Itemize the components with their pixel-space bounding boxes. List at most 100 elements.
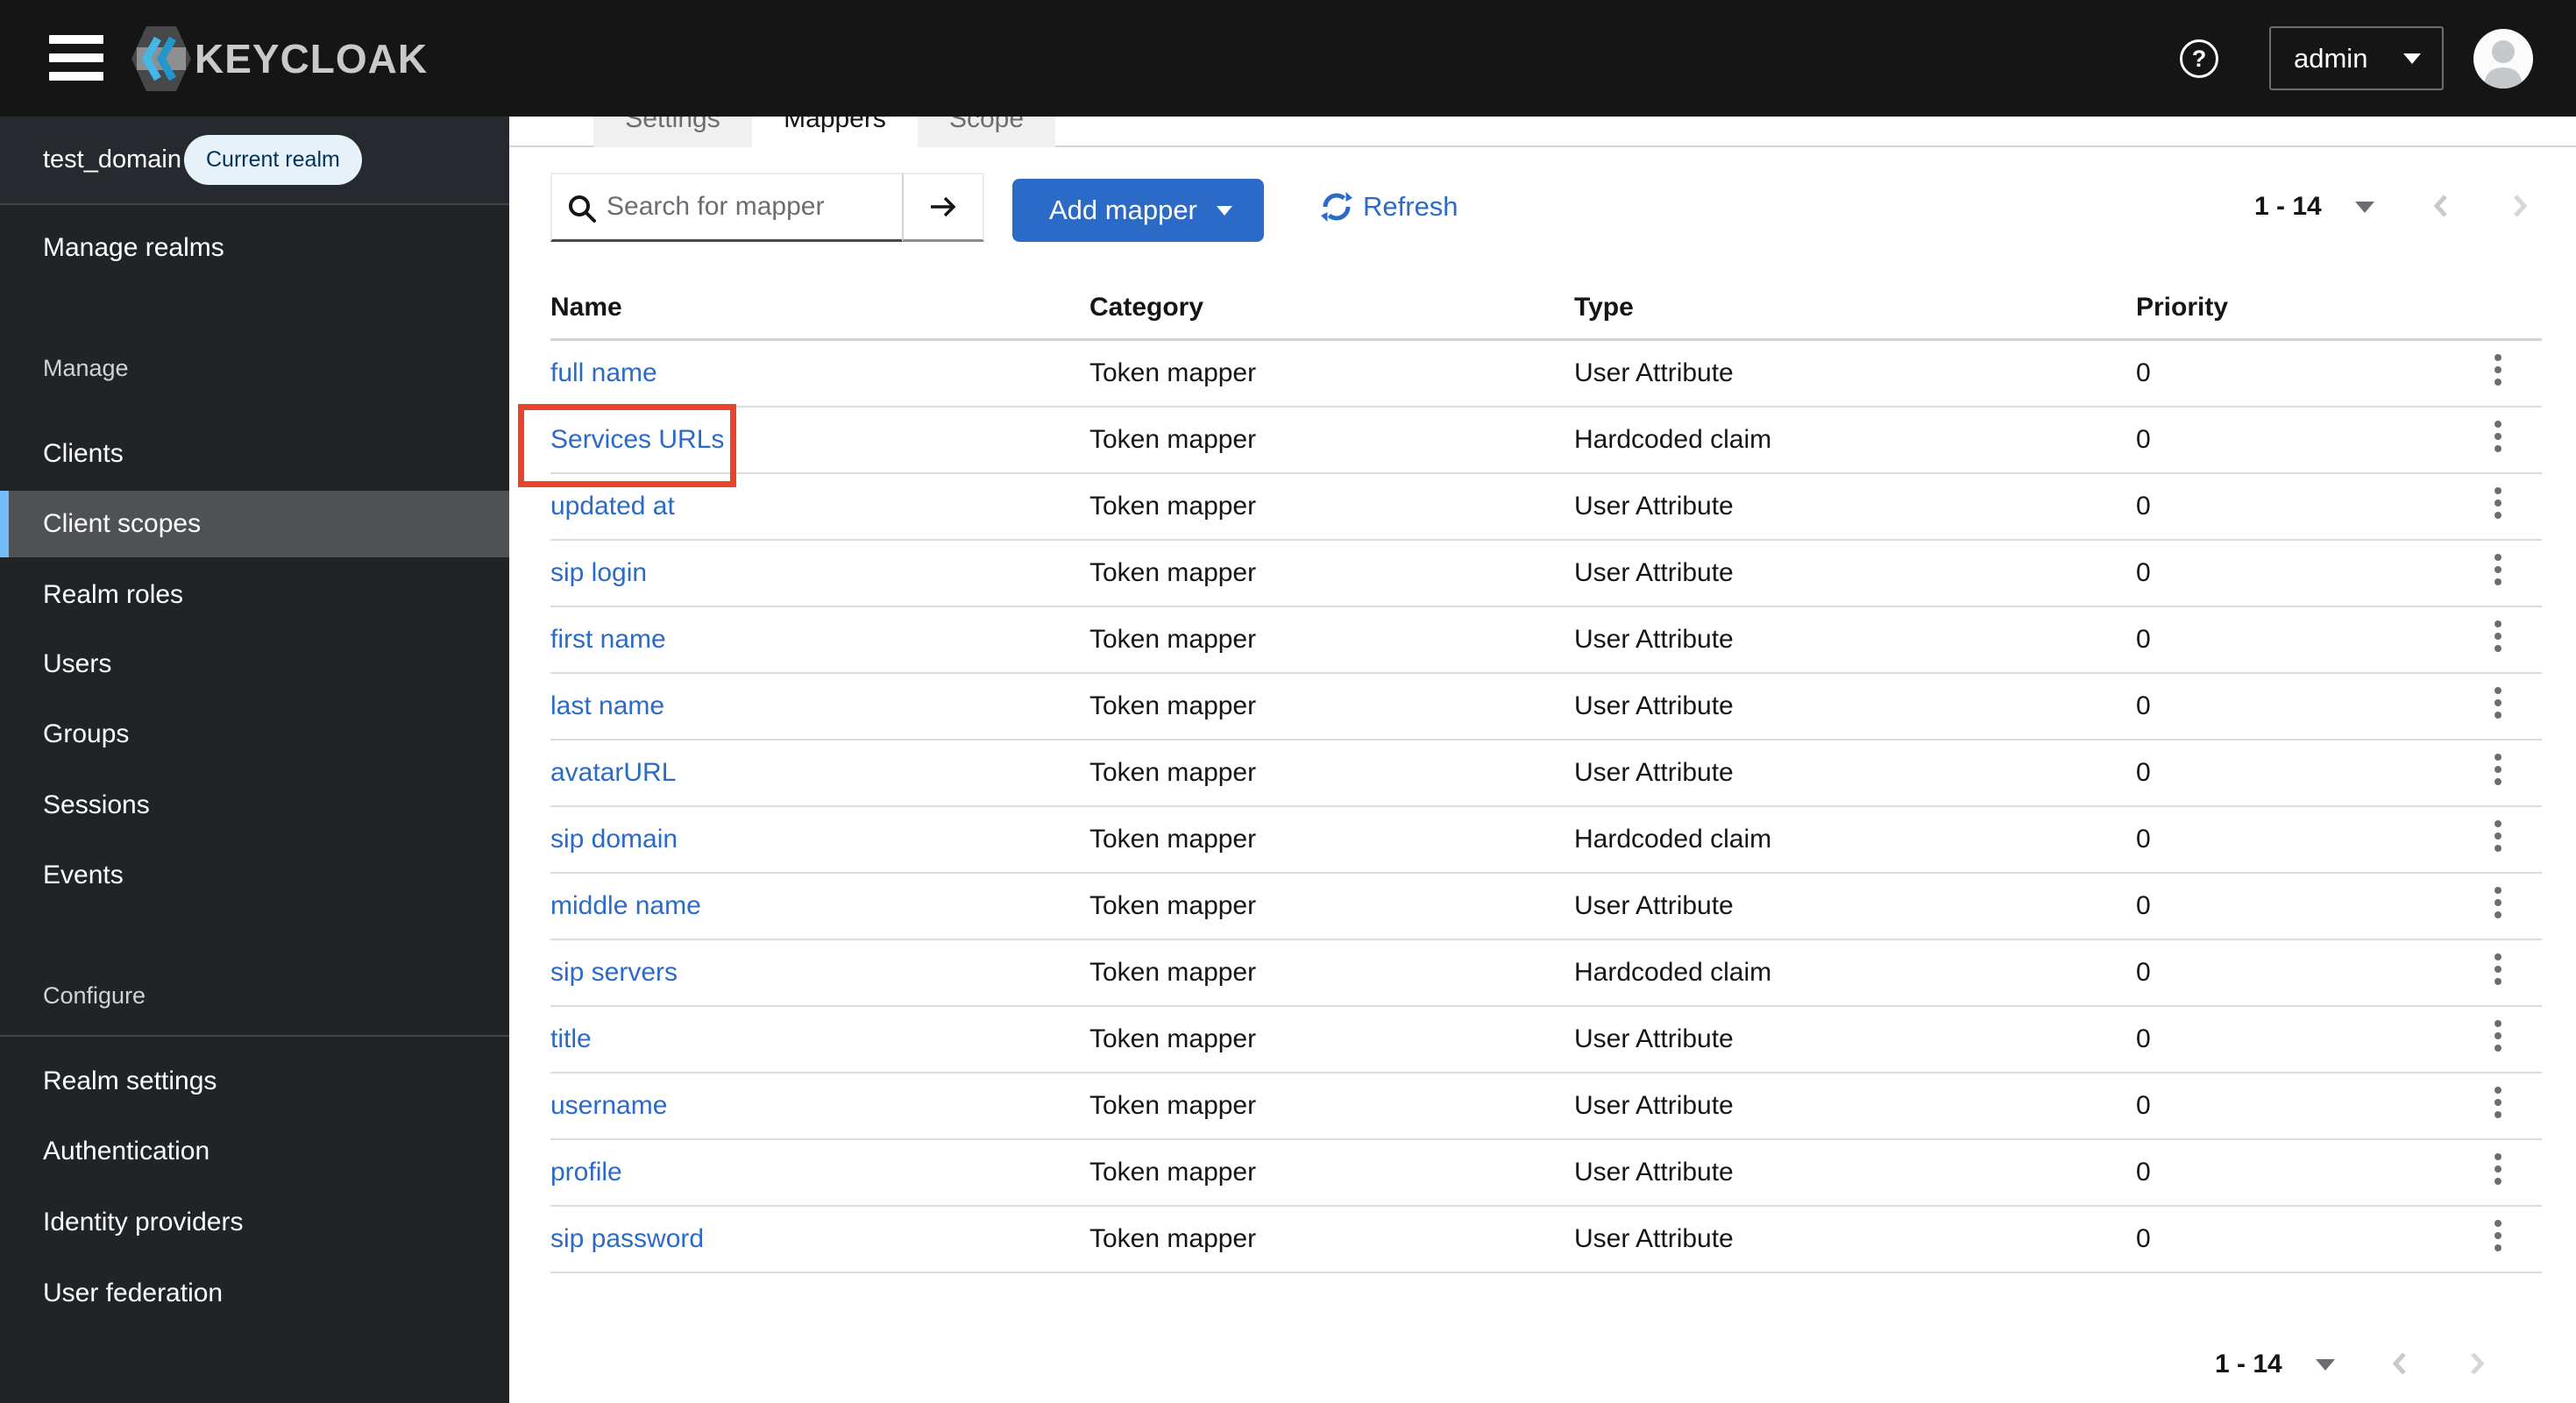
sidebar-item-events[interactable]: Events [0,842,509,909]
column-header-priority: Priority [2136,293,2229,322]
sidebar-item-manage-realms[interactable]: Manage realms [0,215,509,281]
row-actions-kebab-icon[interactable] [2480,1143,2516,1195]
sidebar-item-identity-providers[interactable]: Identity providers [0,1189,509,1256]
user-menu-label: admin [2294,42,2368,74]
sidebar-item-authentication[interactable]: Authentication [0,1118,509,1185]
search-submit-button[interactable] [902,173,984,242]
row-actions-kebab-icon[interactable] [2480,344,2516,396]
row-actions-kebab-icon[interactable] [2480,1076,2516,1129]
row-actions-kebab-icon[interactable] [2480,410,2516,463]
sidebar-item-sessions[interactable]: Sessions [0,772,509,839]
table-row: sip domain Token mapper Hardcoded claim … [550,807,2542,874]
refresh-label: Refresh [1363,191,1458,222]
row-actions-kebab-icon[interactable] [2480,810,2516,862]
mapper-link[interactable]: updated at [550,492,675,521]
previous-page-button[interactable] [2431,192,2452,223]
chevron-right-icon [2470,1351,2485,1375]
table-row: title Token mapper User Attribute 0 [550,1007,2542,1074]
search-icon [569,195,596,223]
row-actions-kebab-icon[interactable] [2480,1209,2516,1262]
mapper-link[interactable]: middle name [550,891,701,920]
mappers-table: Name Category Type Priority full name To… [550,277,2542,1273]
mapper-priority: 0 [2136,691,2151,720]
add-mapper-label: Add mapper [1049,195,1197,225]
chevron-down-icon [1217,205,1232,216]
keycloak-logo-icon [131,25,191,91]
refresh-button[interactable]: Refresh [1321,175,1458,238]
mapper-link[interactable]: title [550,1024,592,1053]
mapper-link[interactable]: first name [550,625,666,654]
row-actions-kebab-icon[interactable] [2480,477,2516,529]
sidebar-item-user-federation[interactable]: User federation [0,1260,509,1327]
mapper-type: User Attribute [1574,492,1734,521]
sidebar-item-clients[interactable]: Clients [0,421,509,487]
user-menu-dropdown[interactable]: admin [2269,26,2444,90]
mapper-priority: 0 [2136,758,2151,787]
row-actions-kebab-icon[interactable] [2480,543,2516,596]
next-page-button[interactable] [2509,192,2530,223]
mapper-type: User Attribute [1574,358,1734,387]
mapper-link[interactable]: profile [550,1158,622,1187]
mapper-type: User Attribute [1574,891,1734,920]
mapper-type: Hardcoded claim [1574,825,1772,854]
mapper-category: Token mapper [1089,1024,1257,1053]
avatar[interactable] [2473,28,2533,89]
search-input[interactable] [607,174,896,239]
refresh-icon [1321,192,1352,222]
help-icon[interactable]: ? [2180,39,2218,78]
row-actions-kebab-icon[interactable] [2480,1010,2516,1062]
mapper-category: Token mapper [1089,1224,1257,1253]
column-header-name: Name [550,293,622,322]
pagination-top: 1 - 14 [2254,175,2530,238]
mapper-link[interactable]: username [550,1091,667,1120]
mapper-category: Token mapper [1089,558,1257,587]
mapper-category: Token mapper [1089,891,1257,920]
mapper-link[interactable]: last name [550,691,664,720]
next-page-button[interactable] [2466,1350,2487,1380]
row-actions-kebab-icon[interactable] [2480,943,2516,996]
hamburger-menu-icon[interactable] [49,35,103,81]
mapper-link-services-urls[interactable]: Services URLs [550,425,724,454]
pagination-bottom: 1 - 14 [2215,1333,2487,1396]
row-actions-kebab-icon[interactable] [2480,876,2516,929]
pagination-caret-icon[interactable] [2315,1358,2335,1371]
sidebar-item-client-scopes[interactable]: Client scopes [0,491,509,557]
add-mapper-button[interactable]: Add mapper [1012,179,1264,242]
pagination-range[interactable]: 1 - 14 [2254,192,2322,222]
pagination-caret-icon[interactable] [2354,201,2374,213]
mapper-priority: 0 [2136,558,2151,587]
mapper-link[interactable]: full name [550,358,657,387]
chevron-left-icon [2392,1351,2406,1375]
table-row: updated at Token mapper User Attribute 0 [550,474,2542,541]
chevron-left-icon [2433,194,2447,217]
mapper-link[interactable]: avatarURL [550,758,676,787]
mapper-type: User Attribute [1574,758,1734,787]
row-actions-kebab-icon[interactable] [2480,677,2516,729]
mapper-type: User Attribute [1574,625,1734,654]
realm-selector[interactable]: test_domain Current realm [0,117,509,203]
mapper-category: Token mapper [1089,425,1257,454]
table-row: username Token mapper User Attribute 0 [550,1074,2542,1140]
mapper-category: Token mapper [1089,691,1257,720]
previous-page-button[interactable] [2389,1350,2410,1380]
main-content: Settings Mappers Scope Add mapper [509,0,2576,1403]
mapper-link[interactable]: sip login [550,558,647,587]
search-group [550,173,984,242]
sidebar-item-users[interactable]: Users [0,631,509,698]
mapper-type: User Attribute [1574,558,1734,587]
mapper-link[interactable]: sip password [550,1224,704,1253]
chevron-right-icon [2513,194,2528,217]
sidebar-nav: test_domain Current realm Manage realms … [0,117,509,1403]
table-row: last name Token mapper User Attribute 0 [550,674,2542,740]
row-actions-kebab-icon[interactable] [2480,610,2516,663]
sidebar-item-realm-roles[interactable]: Realm roles [0,562,509,628]
mapper-type: User Attribute [1574,1158,1734,1187]
mapper-link[interactable]: sip domain [550,825,678,854]
sidebar-item-groups[interactable]: Groups [0,701,509,768]
sidebar-item-realm-settings[interactable]: Realm settings [0,1048,509,1115]
mapper-priority: 0 [2136,958,2151,987]
pagination-range[interactable]: 1 - 14 [2215,1350,2282,1379]
row-actions-kebab-icon[interactable] [2480,743,2516,796]
mapper-priority: 0 [2136,825,2151,854]
mapper-link[interactable]: sip servers [550,958,678,987]
